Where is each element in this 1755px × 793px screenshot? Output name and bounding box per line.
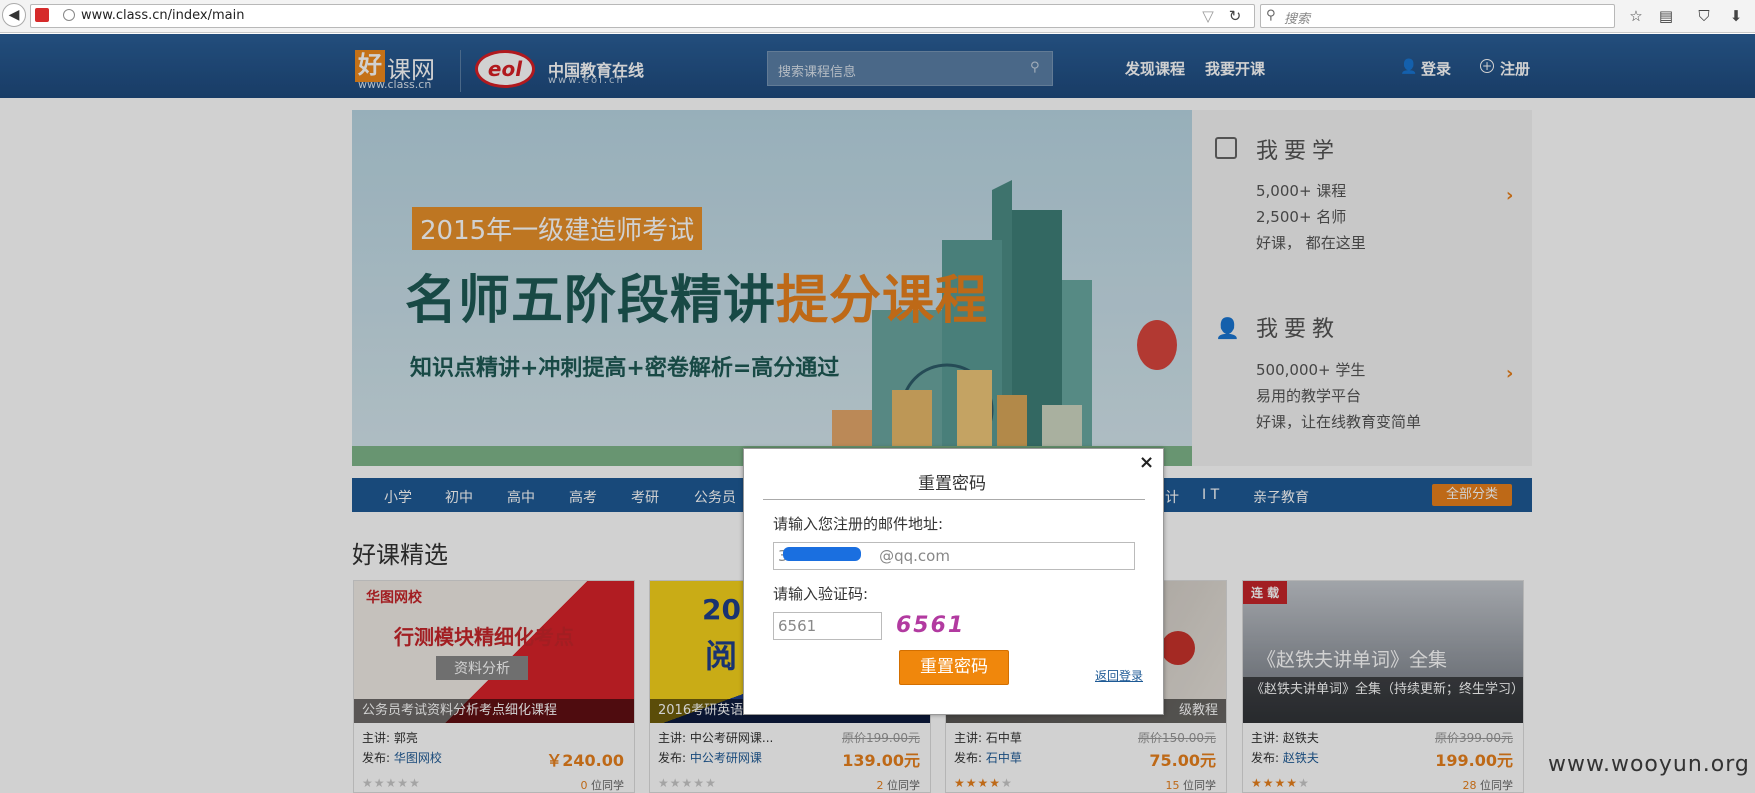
- close-icon[interactable]: ×: [1139, 452, 1154, 473]
- dropdown-arrow-icon[interactable]: ▽: [1198, 6, 1218, 26]
- captcha-image[interactable]: 6561: [896, 613, 963, 639]
- dialog-divider: [763, 499, 1145, 500]
- download-icon[interactable]: ⬇: [1726, 6, 1746, 26]
- browser-search-placeholder: 搜索: [1284, 12, 1311, 27]
- captcha-input[interactable]: 6561: [773, 612, 882, 640]
- back-icon[interactable]: ◀: [2, 3, 26, 27]
- bookmark-star-icon[interactable]: ☆: [1626, 6, 1646, 26]
- email-label: 请输入您注册的邮件地址:: [773, 515, 944, 533]
- search-icon: ⚲: [1266, 8, 1276, 23]
- site-favicon-icon: [35, 8, 49, 22]
- globe-icon: [63, 9, 75, 21]
- pocket-icon[interactable]: ⛉: [1694, 6, 1714, 26]
- back-to-login-link[interactable]: 返回登录: [1095, 667, 1143, 684]
- watermark: www.wooyun.org: [1548, 752, 1750, 777]
- captcha-label: 请输入验证码:: [773, 585, 869, 603]
- browser-search-input[interactable]: [1260, 4, 1615, 28]
- dialog-title: 重置密码: [918, 474, 986, 494]
- reset-password-button[interactable]: 重置密码: [899, 650, 1009, 685]
- email-redaction: [783, 547, 861, 561]
- url-text[interactable]: www.class.cn/index/main: [81, 8, 244, 23]
- reading-list-icon[interactable]: ▤: [1656, 6, 1676, 26]
- reload-icon[interactable]: ↻: [1225, 6, 1245, 26]
- email-suffix: @qq.com: [879, 547, 950, 565]
